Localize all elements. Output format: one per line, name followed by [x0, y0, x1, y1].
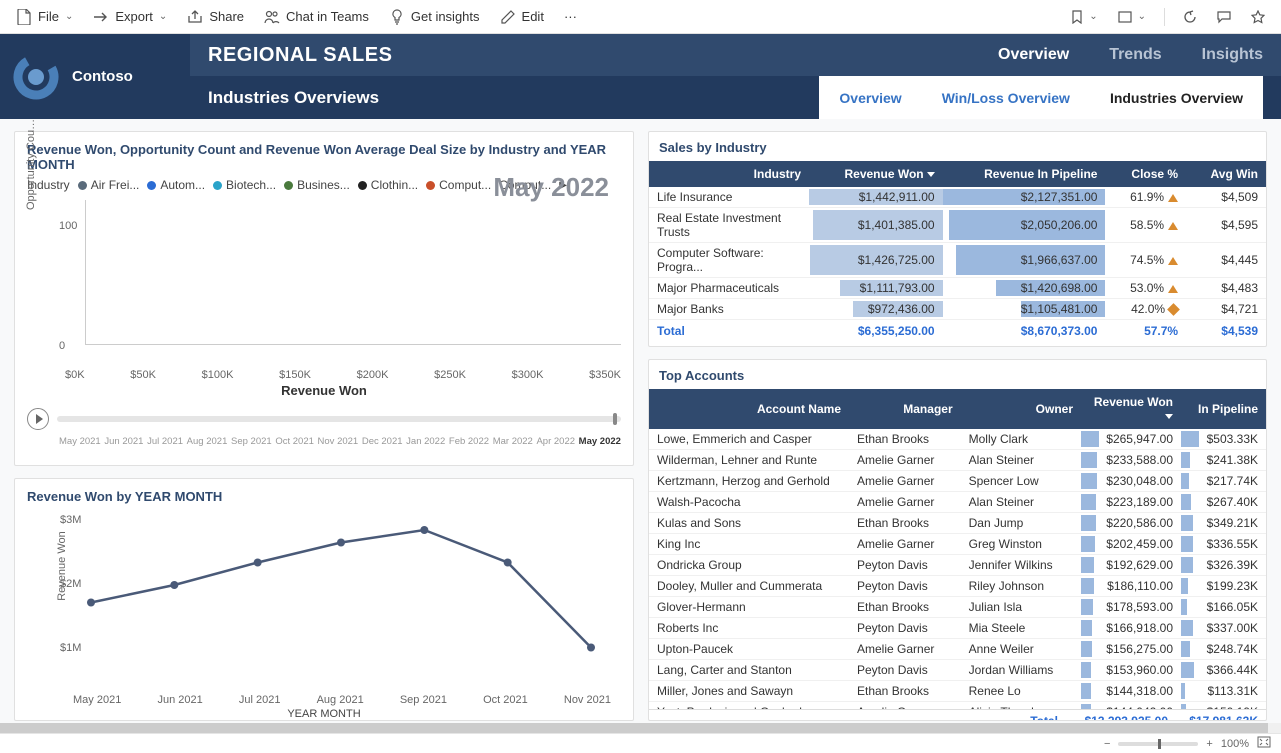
table-row[interactable]: Lang, Carter and StantonPeyton DavisJord…	[649, 660, 1266, 681]
zoom-slider[interactable]	[1118, 742, 1198, 746]
view-menu[interactable]: ⌄	[1110, 7, 1154, 27]
toolbar: File ⌄ Export ⌄ Share Chat in Teams Get …	[0, 0, 1281, 34]
brand-name: Contoso	[72, 68, 133, 85]
edit-button[interactable]: Edit	[492, 5, 552, 29]
export-icon	[93, 9, 109, 25]
table-row[interactable]: Yost, Predovic and GaylordAmelie GarnerA…	[649, 702, 1266, 710]
legend-item[interactable]: Biotech...	[213, 178, 276, 192]
table-row[interactable]: Major Banks$972,436.00$1,105,481.0042.0%…	[649, 299, 1266, 320]
table-row[interactable]: Glover-HermannEthan BrooksJulian Isla$17…	[649, 597, 1266, 618]
logo-area: Contoso	[0, 34, 190, 119]
more-menu[interactable]: ···	[556, 5, 585, 28]
refresh-button[interactable]	[1175, 6, 1205, 28]
table-row[interactable]: Life Insurance$1,442,911.00$2,127,351.00…	[649, 187, 1266, 208]
zoom-in-button[interactable]: +	[1206, 738, 1212, 750]
industry-table: IndustryRevenue WonRevenue In PipelineCl…	[649, 161, 1266, 342]
visual-title: Revenue Won by YEAR MONTH	[27, 489, 621, 504]
play-axis	[27, 408, 621, 430]
table-row[interactable]: Wilderman, Lehner and RunteAmelie Garner…	[649, 450, 1266, 471]
status-bar: − + 100%	[0, 733, 1281, 753]
table-row[interactable]: Kertzmann, Herzog and GerholdAmelie Garn…	[649, 471, 1266, 492]
table-row[interactable]: King IncAmelie GarnerGreg Winston$202,45…	[649, 534, 1266, 555]
share-icon	[187, 9, 203, 25]
top-tab-trends[interactable]: Trends	[1109, 46, 1161, 64]
top-tab-overview[interactable]: Overview	[998, 46, 1069, 64]
top-accounts-visual[interactable]: Top Accounts Account NameManagerOwnerRev…	[648, 359, 1267, 721]
page-subtitle: Industries Overviews	[208, 88, 379, 108]
export-menu[interactable]: Export ⌄	[85, 5, 175, 29]
line-chart-visual[interactable]: Revenue Won by YEAR MONTH Revenue Won $3…	[14, 478, 634, 721]
file-menu[interactable]: File ⌄	[8, 5, 81, 29]
play-axis-label: May 2022	[493, 172, 609, 203]
table-row[interactable]: Upton-PaucekAmelie GarnerAnne Weiler$156…	[649, 639, 1266, 660]
time-slider[interactable]	[57, 416, 621, 422]
chevron-down-icon: ⌄	[65, 11, 73, 22]
table-row[interactable]: Kulas and SonsEthan BrooksDan Jump$220,5…	[649, 513, 1266, 534]
report-header: Contoso REGIONAL SALES Overview Trends Ins…	[0, 34, 1281, 119]
comment-button[interactable]	[1209, 6, 1239, 28]
visual-title: Revenue Won, Opportunity Count and Reven…	[27, 142, 621, 172]
dashboard-body: Revenue Won, Opportunity Count and Reven…	[0, 119, 1281, 733]
sub-tab[interactable]: Win/Loss Overview	[922, 76, 1090, 119]
table-row[interactable]: Walsh-PacochaAmelie GarnerAlan Steiner$2…	[649, 492, 1266, 513]
scatter-plot-area: Opportunity Cou… 100 0	[59, 200, 621, 365]
legend-item[interactable]: Autom...	[147, 178, 205, 192]
bookmark-menu[interactable]: ⌄	[1063, 6, 1105, 28]
brand-logo	[12, 53, 60, 101]
sub-tab[interactable]: Overview	[819, 76, 921, 119]
sub-tab[interactable]: Industries Overview	[1090, 76, 1263, 119]
play-button[interactable]	[27, 408, 49, 430]
share-button[interactable]: Share	[179, 5, 252, 29]
lightbulb-icon	[389, 9, 405, 25]
horizontal-scrollbar[interactable]	[0, 723, 1281, 733]
visual-title: Top Accounts	[649, 368, 1266, 389]
favorite-button[interactable]	[1243, 6, 1273, 28]
sales-by-industry-visual[interactable]: Sales by Industry IndustryRevenue WonRev…	[648, 131, 1267, 347]
line-plot-area: Revenue Won $3M $2M $1M	[61, 510, 621, 690]
visual-title: Sales by Industry	[649, 140, 1266, 161]
table-row[interactable]: Real Estate Investment Trusts$1,401,385.…	[649, 208, 1266, 243]
legend-item[interactable]: Busines...	[284, 178, 350, 192]
legend-item[interactable]: Clothin...	[358, 178, 418, 192]
top-tab-insights[interactable]: Insights	[1202, 46, 1263, 64]
accounts-table: Account NameManagerOwnerRevenue WonIn Pi…	[649, 389, 1266, 709]
file-icon	[16, 9, 32, 25]
table-row[interactable]: Lowe, Emmerich and CasperEthan BrooksMol…	[649, 429, 1266, 450]
chat-teams-button[interactable]: Chat in Teams	[256, 5, 377, 29]
scatter-visual[interactable]: Revenue Won, Opportunity Count and Reven…	[14, 131, 634, 466]
pencil-icon	[500, 9, 516, 25]
teams-icon	[264, 9, 280, 25]
zoom-out-button[interactable]: −	[1104, 738, 1110, 750]
table-row[interactable]: Computer Software: Progra...$1,426,725.0…	[649, 243, 1266, 278]
legend-item[interactable]: Air Frei...	[78, 178, 140, 192]
zoom-value: 100%	[1221, 738, 1249, 750]
insights-button[interactable]: Get insights	[381, 5, 488, 29]
legend-item[interactable]: Comput...	[426, 178, 491, 192]
table-row[interactable]: Ondricka GroupPeyton DavisJennifer Wilki…	[649, 555, 1266, 576]
report-title: REGIONAL SALES	[208, 44, 392, 67]
chevron-down-icon: ⌄	[159, 11, 167, 22]
table-row[interactable]: Major Pharmaceuticals$1,111,793.00$1,420…	[649, 278, 1266, 299]
table-row[interactable]: Miller, Jones and SawaynEthan BrooksRene…	[649, 681, 1266, 702]
table-row[interactable]: Roberts IncPeyton DavisMia Steele$166,91…	[649, 618, 1266, 639]
fit-page-button[interactable]	[1257, 736, 1271, 751]
table-row[interactable]: Dooley, Muller and CummerataPeyton Davis…	[649, 576, 1266, 597]
